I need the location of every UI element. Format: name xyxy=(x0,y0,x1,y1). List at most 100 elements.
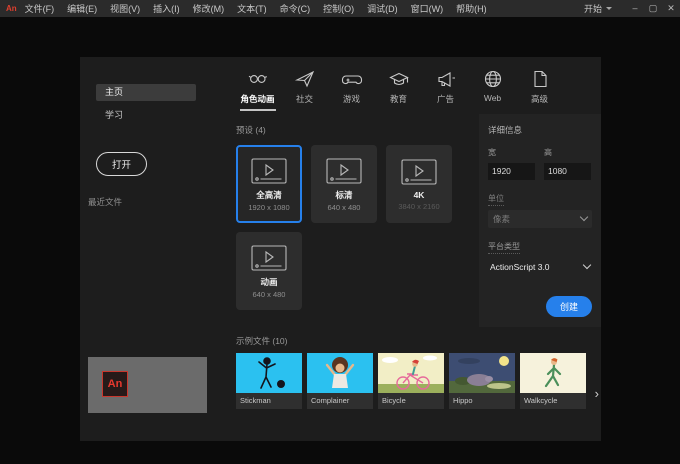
bicycle-thumbnail xyxy=(378,353,444,393)
menu-text[interactable]: 文本(T) xyxy=(237,2,267,15)
chevron-down-icon xyxy=(582,260,592,270)
workspace-switcher[interactable]: 开始 xyxy=(584,2,612,15)
width-input[interactable] xyxy=(488,162,535,180)
details-heading: 详细信息 xyxy=(488,125,523,135)
active-tab-underline xyxy=(239,109,276,111)
sidebar: 主页 学习 打开 最近文件 An xyxy=(80,57,228,441)
recent-files-label: 最近文件 xyxy=(88,197,123,207)
video-player-icon xyxy=(401,158,437,185)
tab-education[interactable]: 教育 xyxy=(375,57,422,114)
tab-social[interactable]: 社交 xyxy=(281,57,328,114)
sidebar-item-home[interactable]: 主页 xyxy=(96,84,196,101)
sample-hippo[interactable]: Hippo xyxy=(449,353,515,409)
tab-label: Web xyxy=(483,93,502,103)
tab-web[interactable]: Web xyxy=(469,57,516,114)
menu-control[interactable]: 控制(O) xyxy=(323,2,354,15)
preset-name: 全高清 xyxy=(256,189,282,200)
animate-logo-icon: An xyxy=(102,371,128,397)
paper-plane-icon xyxy=(294,70,314,88)
menu-debug[interactable]: 调试(D) xyxy=(367,2,398,15)
walkcycle-thumbnail xyxy=(520,353,586,393)
details-panel: 详细信息 宽 高 单位 像素 xyxy=(479,114,601,327)
tab-advanced[interactable]: 高级 xyxy=(516,57,563,114)
video-player-icon xyxy=(251,244,287,271)
open-button[interactable]: 打开 xyxy=(96,152,148,176)
platform-value: ActionScript 3.0 xyxy=(490,261,550,272)
hippo-thumbnail xyxy=(449,353,515,393)
character-face-icon xyxy=(248,75,267,83)
complainer-thumbnail xyxy=(307,353,373,393)
sample-label: Complainer xyxy=(307,393,373,409)
tab-label: 游戏 xyxy=(342,94,360,104)
menu-file[interactable]: 文件(F) xyxy=(25,2,55,15)
menu-help[interactable]: 帮助(H) xyxy=(456,2,487,15)
chevron-down-icon xyxy=(606,7,612,10)
preset-size: 1920 x 1080 xyxy=(248,202,290,212)
preset-card-animation[interactable]: 动画 640 x 480 xyxy=(236,232,302,310)
sample-files-heading: 示例文件 (10) xyxy=(236,336,288,346)
close-button[interactable]: ✕ xyxy=(662,0,680,17)
preset-size: 3840 x 2160 xyxy=(398,201,440,211)
preset-card-fullhd[interactable]: 全高清 1920 x 1080 xyxy=(236,145,302,223)
preset-card-sd[interactable]: 标清 640 x 480 xyxy=(311,145,377,223)
platform-label: 平台类型 xyxy=(488,241,520,254)
units-value: 像素 xyxy=(493,213,511,224)
sample-stickman[interactable]: Stickman xyxy=(236,353,302,409)
preset-name: 标清 xyxy=(335,189,353,200)
height-label: 高 xyxy=(544,148,552,157)
preset-card-4k[interactable]: 4K 3840 x 2160 xyxy=(386,145,452,223)
video-player-icon xyxy=(326,157,362,184)
preset-size: 640 x 480 xyxy=(327,202,361,212)
tab-games[interactable]: 游戏 xyxy=(328,57,375,114)
sample-label: Hippo xyxy=(449,393,515,409)
platform-select[interactable]: ActionScript 3.0 xyxy=(488,258,592,276)
document-icon xyxy=(533,70,547,88)
tab-label: 角色动画 xyxy=(240,94,275,104)
chevron-down-icon xyxy=(579,212,589,222)
height-input[interactable] xyxy=(544,162,591,180)
minimize-button[interactable]: – xyxy=(626,0,644,17)
gamepad-icon xyxy=(341,75,362,85)
sample-complainer[interactable]: Complainer xyxy=(307,353,373,409)
sample-label: Bicycle xyxy=(378,393,444,409)
menu-commands[interactable]: 命令(C) xyxy=(280,2,311,15)
tab-label: 广告 xyxy=(436,94,454,104)
animate-brand-card: An xyxy=(88,357,207,413)
menu-insert[interactable]: 插入(I) xyxy=(153,2,180,15)
tab-label: 高级 xyxy=(530,94,548,104)
presets-heading: 预设 (4) xyxy=(236,125,266,135)
maximize-button[interactable]: ▢ xyxy=(644,0,662,17)
intent-tabs: 角色动画 社交 游戏 教育 广告 Web 高级 xyxy=(228,57,601,114)
preset-name: 4K xyxy=(413,189,425,200)
menu-modify[interactable]: 修改(M) xyxy=(193,2,225,15)
preset-size: 640 x 480 xyxy=(252,289,286,299)
sample-bicycle[interactable]: Bicycle xyxy=(378,353,444,409)
menu-view[interactable]: 视图(V) xyxy=(110,2,140,15)
graduation-cap-icon xyxy=(388,72,409,86)
tab-label: 社交 xyxy=(295,94,313,104)
units-label: 单位 xyxy=(488,193,504,206)
sample-label: Stickman xyxy=(236,393,302,409)
video-player-icon xyxy=(251,157,287,184)
tab-ads[interactable]: 广告 xyxy=(422,57,469,114)
width-label: 宽 xyxy=(488,148,496,157)
sample-label: Walkcycle xyxy=(520,393,586,409)
tab-character-animation[interactable]: 角色动画 xyxy=(234,57,281,114)
menu-window[interactable]: 窗口(W) xyxy=(411,2,444,15)
menu-edit[interactable]: 编辑(E) xyxy=(67,2,97,15)
globe-icon xyxy=(484,70,501,88)
sample-walkcycle[interactable]: Walkcycle xyxy=(520,353,586,409)
app-logo-icon: An xyxy=(6,4,17,13)
menu-bar: 文件(F) 编辑(E) 视图(V) 插入(I) 修改(M) 文本(T) 命令(C… xyxy=(25,2,487,15)
sample-files-section: 示例文件 (10) Stickman Complainer Bicycle Hi… xyxy=(228,327,601,441)
create-button[interactable]: 创建 xyxy=(545,296,592,317)
title-bar: An 文件(F) 编辑(E) 视图(V) 插入(I) 修改(M) 文本(T) 命… xyxy=(0,0,680,17)
units-select: 像素 xyxy=(488,209,592,228)
sidebar-item-learn[interactable]: 学习 xyxy=(96,107,196,124)
tab-label: 教育 xyxy=(389,94,407,104)
megaphone-icon xyxy=(437,72,455,87)
next-samples-arrow[interactable]: › xyxy=(595,387,599,400)
workspace-label: 开始 xyxy=(583,4,602,14)
presets-section: 预设 (4) 全高清 1920 x 1080 标清 640 x 480 4K 3… xyxy=(228,114,479,327)
stickman-thumbnail xyxy=(236,353,302,393)
